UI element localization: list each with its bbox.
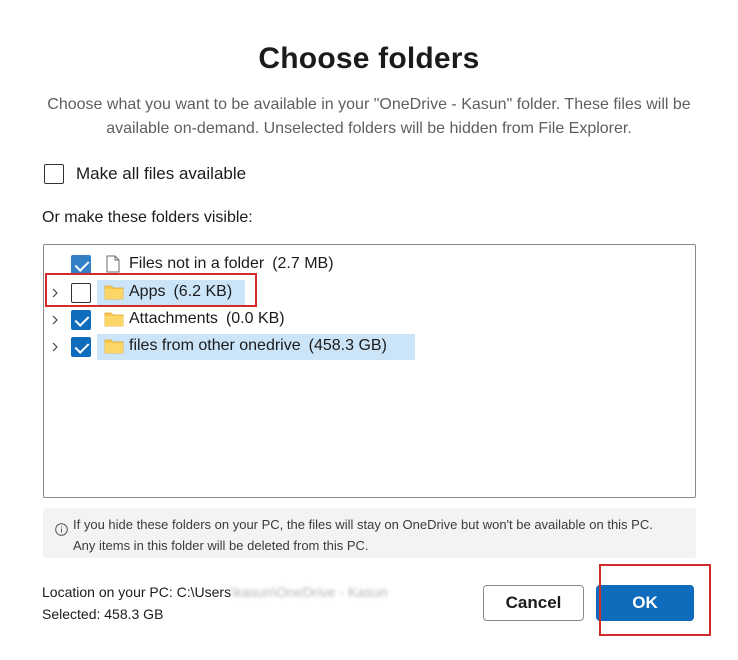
chevron-right-icon[interactable] <box>50 315 60 325</box>
tree-row-attachments[interactable]: Attachments (0.0 KB) <box>44 307 695 333</box>
tree-row-files-from-other-onedrive[interactable]: files from other onedrive (458.3 GB) <box>44 334 695 360</box>
dialog-subtitle: Choose what you want to be available in … <box>47 96 691 137</box>
info-line-1: If you hide these folders on your PC, th… <box>73 517 653 532</box>
dialog-title: Choose folders <box>258 42 480 75</box>
make-all-files-option[interactable]: Make all files available <box>44 164 246 184</box>
location-path: Location on your PC: C:\Users\kasun\OneD… <box>42 581 388 603</box>
tree-row-label: Files not in a folder (2.7 MB) <box>129 255 334 272</box>
redacted-path: \kasun\OneDrive - Kasun <box>231 584 388 600</box>
info-icon <box>55 523 68 536</box>
selected-size: Selected: 458.3 GB <box>42 606 164 622</box>
folders-visible-label: Or make these folders visible: <box>42 209 253 226</box>
location-info: Location on your PC: C:\Users\kasun\OneD… <box>42 581 388 625</box>
folder-icon <box>104 339 124 354</box>
make-all-label: Make all files available <box>76 164 247 183</box>
tree-row-label: Attachments (0.0 KB) <box>129 310 285 327</box>
choose-folders-dialog: Choose folders Choose what you want to b… <box>0 0 738 660</box>
attachments-checkbox[interactable] <box>71 310 91 330</box>
files-from-other-onedrive-checkbox[interactable] <box>71 337 91 357</box>
files-not-in-folder-checkbox[interactable] <box>71 255 91 275</box>
info-line-2: Any items in this folder will be deleted… <box>73 538 369 553</box>
info-banner: If you hide these folders on your PC, th… <box>43 508 696 558</box>
folder-icon <box>104 312 124 327</box>
tree-row-label: files from other onedrive (458.3 GB) <box>129 337 387 354</box>
make-all-checkbox[interactable] <box>44 164 64 184</box>
file-icon <box>106 255 120 273</box>
annotation-box-apps <box>45 273 257 307</box>
cancel-button[interactable]: Cancel <box>483 585 584 621</box>
annotation-box-ok <box>599 564 711 636</box>
chevron-right-icon[interactable] <box>50 342 60 352</box>
